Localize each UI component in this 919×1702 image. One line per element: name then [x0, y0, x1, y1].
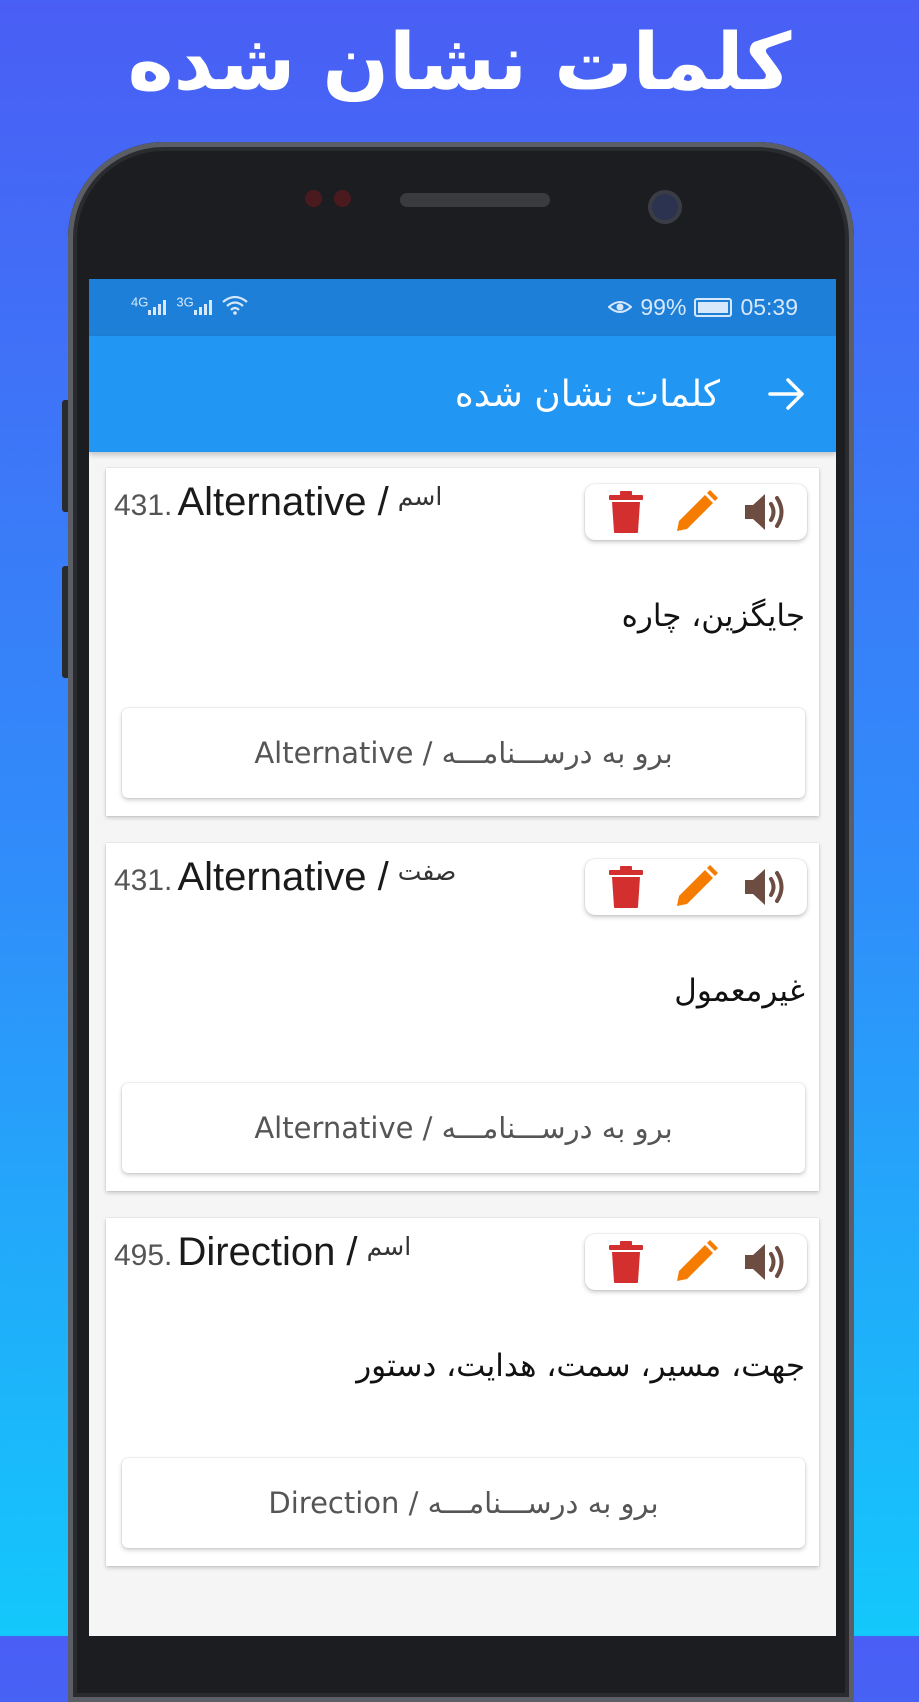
back-arrow-icon[interactable] — [766, 374, 806, 414]
word-text: Direction / — [177, 1230, 358, 1274]
word-actions — [585, 484, 807, 540]
word-text: Alternative / — [177, 855, 389, 899]
speaker-icon[interactable] — [740, 486, 792, 538]
app-bar: کلمات نشان شده — [89, 336, 836, 452]
phone-speaker-grill — [400, 193, 550, 207]
word-card: 431. Alternative / صفت غیرمعمول برو به د… — [106, 843, 819, 1191]
trash-icon[interactable] — [600, 486, 652, 538]
pencil-icon[interactable] — [670, 1236, 722, 1288]
word-heading: 495. Direction / اسم — [114, 1230, 411, 1275]
go-to-lesson-button[interactable]: برو به درســـنامـــه / Alternative — [122, 708, 805, 798]
status-right: 99% 05:39 — [607, 294, 798, 321]
status-bar: 4G 3G 99% 05:39 — [89, 279, 836, 336]
battery-percent: 99% — [640, 294, 687, 320]
part-of-speech: صفت — [397, 857, 457, 886]
part-of-speech: اسم — [366, 1232, 412, 1261]
battery-level — [698, 302, 729, 313]
word-text: Alternative / — [177, 480, 389, 524]
phone-sensors — [305, 190, 363, 211]
part-of-speech: اسم — [397, 482, 443, 511]
battery-icon — [694, 298, 733, 317]
trash-icon[interactable] — [600, 861, 652, 913]
word-actions — [585, 1234, 807, 1290]
word-heading: 431. Alternative / صفت — [114, 855, 456, 900]
status-left: 4G 3G — [131, 294, 248, 321]
speaker-icon[interactable] — [740, 861, 792, 913]
wifi-icon — [221, 294, 248, 321]
word-number: 495. — [114, 1239, 173, 1272]
word-actions — [585, 859, 807, 915]
word-heading: 431. Alternative / اسم — [114, 480, 442, 525]
word-meaning: جایگزین، چاره — [621, 598, 805, 634]
go-to-lesson-button[interactable]: برو به درســـنامـــه / Alternative — [122, 1083, 805, 1173]
go-to-lesson-button[interactable]: برو به درســـنامـــه / Direction — [122, 1458, 805, 1548]
signal-icon-1: 4G — [131, 294, 167, 321]
word-meaning: غیرمعمول — [674, 973, 805, 1009]
phone-camera — [652, 194, 678, 220]
signal-icon-2: 3G — [176, 294, 212, 321]
bookmarked-words-list: 431. Alternative / اسم جایگزین، چاره برو… — [89, 452, 836, 1566]
eye-comfort-icon — [607, 294, 633, 321]
promo-title: کلمات نشان شده — [127, 18, 792, 108]
word-number: 431. — [114, 489, 173, 522]
word-card: 495. Direction / اسم جهت، مسیر، سمت، هدا… — [106, 1218, 819, 1566]
word-meaning: جهت، مسیر، سمت، هدایت، دستور — [356, 1348, 805, 1384]
status-time: 05:39 — [740, 294, 798, 320]
trash-icon[interactable] — [600, 1236, 652, 1288]
word-number: 431. — [114, 864, 173, 897]
phone-screen: 4G 3G 99% 05:39 کلمات نشان شده 431. Alte… — [89, 279, 836, 1636]
speaker-icon[interactable] — [740, 1236, 792, 1288]
app-bar-title: کلمات نشان شده — [454, 373, 720, 415]
word-card: 431. Alternative / اسم جایگزین، چاره برو… — [106, 468, 819, 816]
pencil-icon[interactable] — [670, 861, 722, 913]
pencil-icon[interactable] — [670, 486, 722, 538]
